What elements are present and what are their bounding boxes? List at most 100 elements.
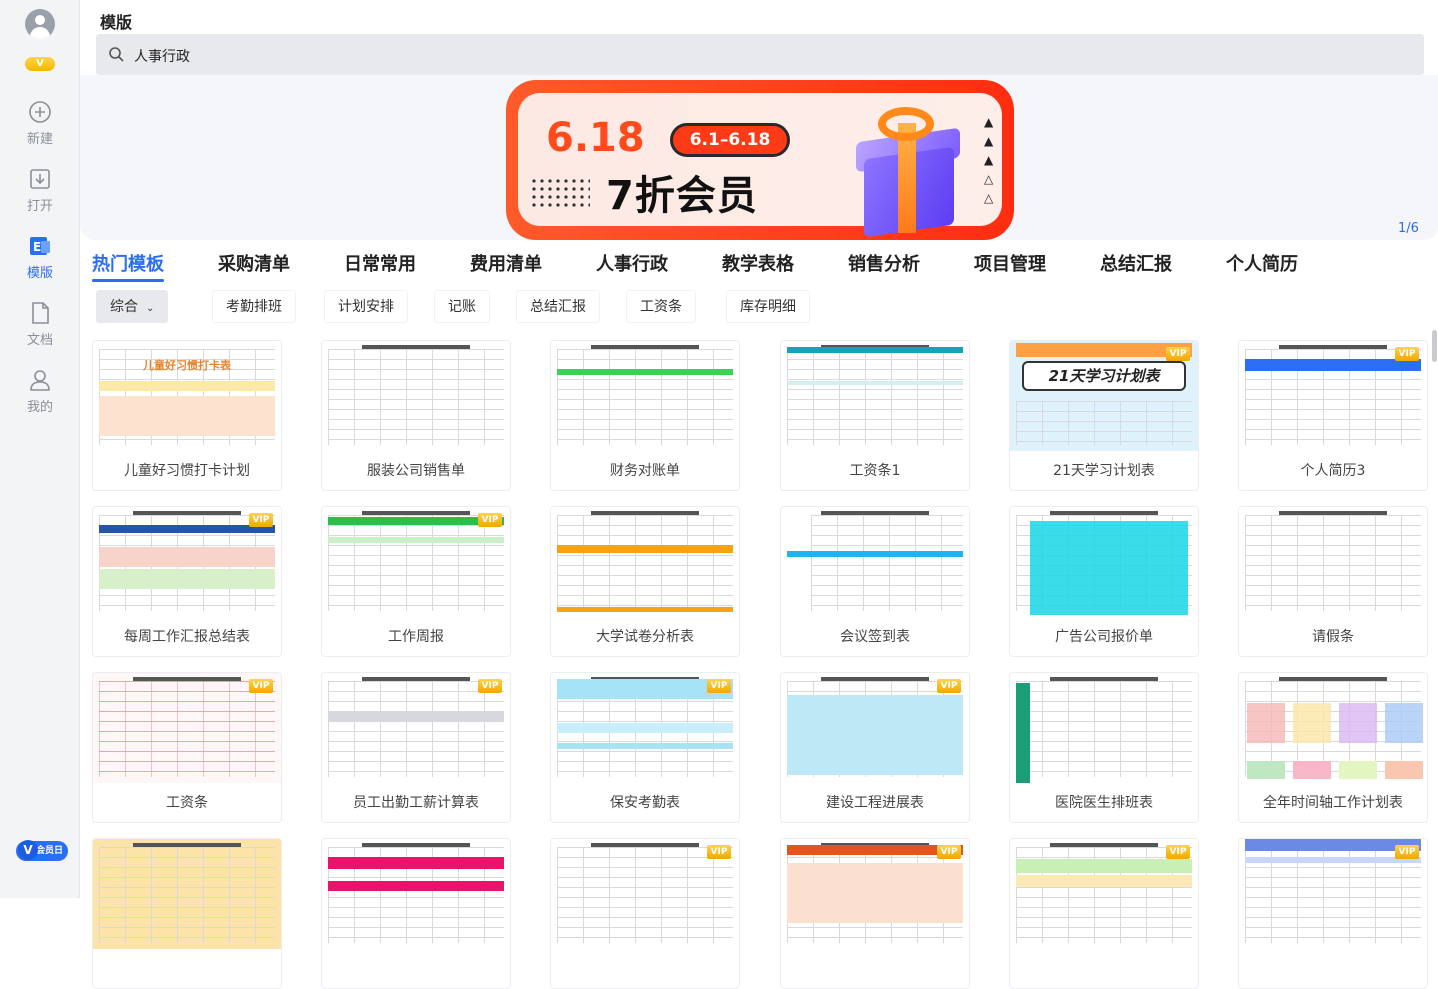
template-card[interactable]: VIP <box>780 838 970 989</box>
sidebar-item-label: 新建 <box>26 132 53 147</box>
vip-badge: VIP <box>478 513 502 527</box>
filter-label: 计划安排 <box>338 299 394 315</box>
template-card[interactable]: 全年时间轴工作计划表 <box>1238 672 1428 823</box>
template-card[interactable]: VIP 工作周报 <box>321 506 511 657</box>
scrollbar[interactable] <box>1432 330 1437 362</box>
template-card[interactable]: 请假条 <box>1238 506 1428 657</box>
template-title: 财务对账单 <box>610 463 680 479</box>
vip-badge: VIP <box>707 679 731 693</box>
tab-5[interactable]: 人事行政 <box>596 250 668 276</box>
filter-chip[interactable]: 综合 ⌄ <box>96 290 169 323</box>
template-title: 大学试卷分析表 <box>596 629 694 645</box>
svg-text:E: E <box>33 240 41 254</box>
tab-1[interactable]: 热门模板 <box>92 250 164 282</box>
tab-4[interactable]: 费用清单 <box>470 250 542 276</box>
filter-chip[interactable]: 记账 <box>434 290 490 323</box>
template-card[interactable]: 儿童好习惯打卡表儿童好习惯打卡计划 <box>92 340 282 491</box>
template-thumbnail <box>93 839 281 949</box>
tab-6[interactable]: 教学表格 <box>722 250 794 276</box>
template-title: 每周工作汇报总结表 <box>124 629 250 645</box>
template-card[interactable]: VIP <box>550 838 740 989</box>
search-input[interactable]: 人事行政 <box>96 34 1424 75</box>
template-title: 请假条 <box>1312 629 1354 645</box>
sidebar-item-new[interactable]: 新建 <box>0 99 80 147</box>
template-thumbnail: VIP <box>1239 341 1427 451</box>
template-card[interactable]: VIP <box>1009 838 1199 989</box>
triangle-outline-icon: △ <box>984 191 994 205</box>
tab-2[interactable]: 采购清单 <box>218 250 290 276</box>
sidebar-item-open[interactable]: 打开 <box>0 166 80 214</box>
template-title: 服装公司销售单 <box>367 463 465 479</box>
filter-chip[interactable]: 考勤排班 <box>212 290 296 323</box>
template-thumbnail <box>781 341 969 451</box>
template-thumbnail: VIP <box>551 673 739 783</box>
avatar[interactable] <box>25 9 55 39</box>
banner-page-counter: 1/6 <box>1398 221 1419 236</box>
filter-chip[interactable]: 库存明细 <box>726 290 810 323</box>
tab-7[interactable]: 销售分析 <box>848 250 920 276</box>
filter-chip[interactable]: 总结汇报 <box>516 290 600 323</box>
member-day-label: 会员日 <box>36 846 64 856</box>
template-card[interactable] <box>321 838 511 989</box>
template-card[interactable]: 服装公司销售单 <box>321 340 511 491</box>
sidebar-item-mine[interactable]: 我的 <box>0 367 80 415</box>
template-thumbnail: VIP <box>551 839 739 949</box>
template-title: 工资条 <box>166 795 208 811</box>
triangle-filled-icon: ▲ <box>984 115 994 129</box>
template-title: 工作周报 <box>388 629 444 645</box>
sidebar-item-label: 文档 <box>26 333 53 348</box>
template-card[interactable]: 21天学习计划表 VIP 21天学习计划表 <box>1009 340 1199 491</box>
template-thumbnail: VIP <box>322 507 510 617</box>
template-thumbnail: 21天学习计划表 VIP <box>1010 341 1198 451</box>
template-card[interactable]: VIP <box>1238 838 1428 989</box>
template-card[interactable]: 医院医生排班表 <box>1009 672 1199 823</box>
filter-chip[interactable]: 工资条 <box>626 290 696 323</box>
template-thumbnail: VIP <box>781 673 969 783</box>
template-card[interactable]: 财务对账单 <box>550 340 740 491</box>
vip-badge: VIP <box>1395 845 1419 859</box>
template-title: 保安考勤表 <box>610 795 680 811</box>
promo-headline: 7折会员 <box>606 173 758 219</box>
vip-badge: VIP <box>478 679 502 693</box>
tab-10[interactable]: 个人简历 <box>1226 250 1298 276</box>
template-title: 医院医生排班表 <box>1055 795 1153 811</box>
template-card[interactable]: VIP 员工出勤工薪计算表 <box>321 672 511 823</box>
template-title: 工资条1 <box>849 463 901 479</box>
sidebar-item-docs[interactable]: 文档 <box>0 300 80 348</box>
tab-9[interactable]: 总结汇报 <box>1100 250 1172 276</box>
template-card[interactable]: VIP 建设工程进展表 <box>780 672 970 823</box>
template-thumbnail: 儿童好习惯打卡表 <box>93 341 281 451</box>
promo-banner[interactable]: 6.18 6.1–6.18 7折会员 ▲ ▲ ▲ △ △ <box>506 80 1014 240</box>
template-title: 儿童好习惯打卡计划 <box>124 463 250 479</box>
member-day-button[interactable]: V 会员日 <box>16 840 68 861</box>
template-thumbnail <box>551 507 739 617</box>
tab-8[interactable]: 项目管理 <box>974 250 1046 276</box>
sidebar-item-label: 我的 <box>26 400 53 415</box>
template-card[interactable] <box>92 838 282 989</box>
filter-label: 记账 <box>448 299 476 315</box>
template-card[interactable]: VIP 每周工作汇报总结表 <box>92 506 282 657</box>
vip-badge: VIP <box>937 845 961 859</box>
filter-label: 综合 <box>110 299 138 315</box>
sidebar-item-templates[interactable]: E 模版 <box>0 233 80 281</box>
vip-v-icon: V <box>18 840 38 860</box>
template-title: 个人简历3 <box>1300 463 1366 479</box>
template-thumbnail <box>781 507 969 617</box>
template-card[interactable]: 大学试卷分析表 <box>550 506 740 657</box>
template-thumbnail <box>1010 673 1198 783</box>
template-card[interactable]: 工资条1 <box>780 340 970 491</box>
template-thumbnail: VIP <box>93 673 281 783</box>
filter-label: 总结汇报 <box>530 299 586 315</box>
template-card[interactable]: 会议签到表 <box>780 506 970 657</box>
template-card[interactable]: 广告公司报价单 <box>1009 506 1199 657</box>
filter-chip[interactable]: 计划安排 <box>324 290 408 323</box>
tab-3[interactable]: 日常常用 <box>344 250 416 276</box>
thumbnail-title: 儿童好习惯打卡表 <box>143 359 231 372</box>
template-card[interactable]: VIP 工资条 <box>92 672 282 823</box>
template-thumbnail <box>551 341 739 451</box>
download-box-icon <box>30 169 50 189</box>
template-card[interactable]: VIP 保安考勤表 <box>550 672 740 823</box>
template-card[interactable]: VIP 个人简历3 <box>1238 340 1428 491</box>
vip-badge: VIP <box>937 679 961 693</box>
vip-badge[interactable]: V <box>25 57 55 71</box>
